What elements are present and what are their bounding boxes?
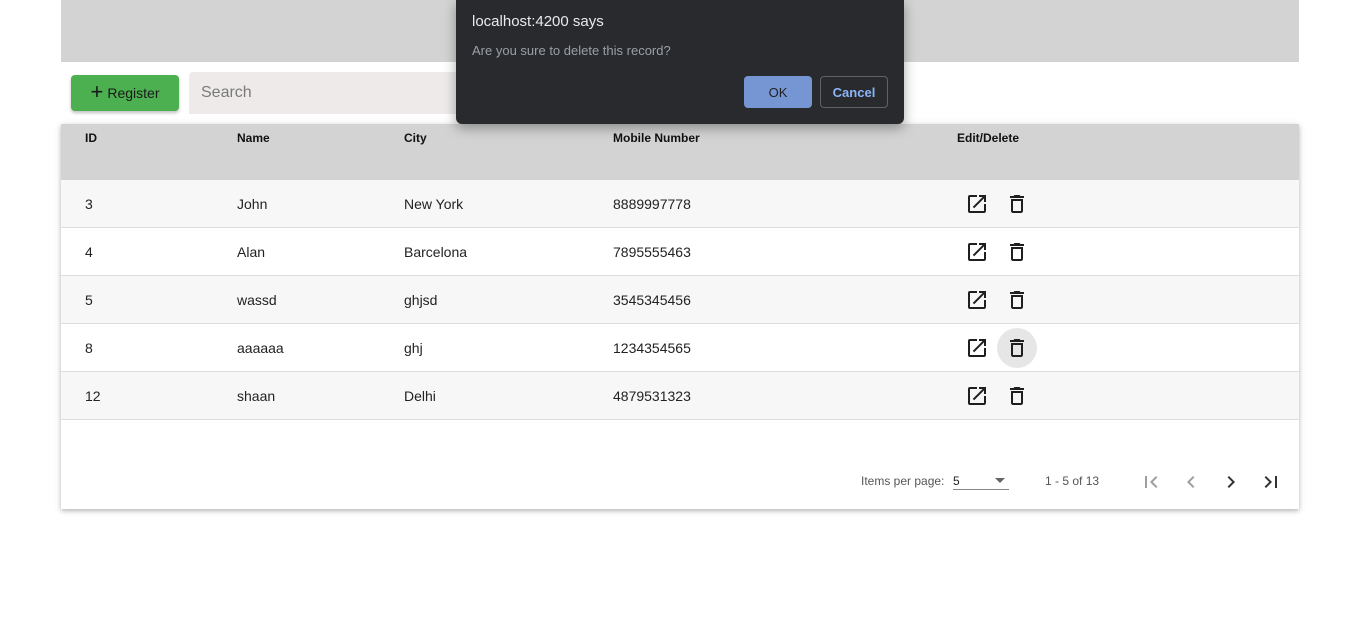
plus-icon: + <box>90 79 104 104</box>
last-page-icon <box>1264 476 1277 488</box>
delete-icon <box>1010 243 1024 261</box>
cell-id: 12 <box>85 388 101 404</box>
cell-mobile: 8889997778 <box>613 196 691 212</box>
edit-button[interactable] <box>957 328 997 368</box>
cell-name: shaan <box>237 388 276 404</box>
edit-button[interactable] <box>957 376 997 416</box>
cell-id: 5 <box>85 292 93 308</box>
delete-icon <box>1010 339 1024 357</box>
cell-city: Delhi <box>404 388 436 404</box>
records-table: ID Name City Mobile Number Edit/Delete 3… <box>61 124 1299 509</box>
last-page-button[interactable] <box>1255 466 1287 498</box>
delete-button[interactable] <box>997 328 1037 368</box>
register-button[interactable]: + Register <box>71 75 179 111</box>
cell-mobile: 4879531323 <box>613 388 691 404</box>
cell-id: 8 <box>85 340 93 356</box>
cell-mobile: 3545345456 <box>613 292 691 308</box>
table-row: 8 aaaaaa ghj 1234354565 <box>61 324 1299 372</box>
column-header-id[interactable]: ID <box>85 131 97 145</box>
table-header: ID Name City Mobile Number Edit/Delete <box>61 124 1299 180</box>
cell-mobile: 7895555463 <box>613 244 691 260</box>
cell-city: Barcelona <box>404 244 468 260</box>
next-page-button[interactable] <box>1215 466 1247 498</box>
delete-icon <box>1010 387 1024 405</box>
previous-page-button[interactable] <box>1175 466 1207 498</box>
delete-icon <box>1010 195 1024 213</box>
cancel-button[interactable]: Cancel <box>820 76 888 108</box>
table-row: 3 John New York 8889997778 <box>61 180 1299 228</box>
confirm-dialog: localhost:4200 says Are you sure to dele… <box>456 0 904 124</box>
first-page-icon <box>1145 476 1158 488</box>
search-field[interactable] <box>189 72 459 114</box>
table-row: 5 wassd ghjsd 3545345456 <box>61 276 1299 324</box>
delete-button[interactable] <box>997 376 1037 416</box>
column-header-name[interactable]: Name <box>237 131 270 145</box>
delete-button[interactable] <box>997 184 1037 224</box>
chevron-right-icon <box>1227 476 1235 488</box>
first-page-button[interactable] <box>1135 466 1167 498</box>
column-header-city[interactable]: City <box>404 131 427 145</box>
cell-id: 3 <box>85 196 93 212</box>
paginator: Items per page: 5 1 - 5 of 13 <box>61 454 1299 510</box>
register-label: Register <box>107 85 160 101</box>
open-in-new-icon <box>968 387 986 405</box>
open-in-new-icon <box>968 291 986 309</box>
table-row: 4 Alan Barcelona 7895555463 <box>61 228 1299 276</box>
page-size-select[interactable]: 5 <box>953 468 1009 490</box>
cell-city: ghj <box>404 340 423 356</box>
cell-name: Alan <box>237 244 266 260</box>
cell-city: ghjsd <box>404 292 438 308</box>
column-header-edit-delete: Edit/Delete <box>957 131 1020 145</box>
items-per-page-label: Items per page: <box>861 474 945 488</box>
chevron-left-icon <box>1187 476 1195 488</box>
cell-name: wassd <box>237 292 277 308</box>
dropdown-arrow-icon <box>995 478 1005 483</box>
search-input[interactable] <box>199 83 449 103</box>
column-header-mobile[interactable]: Mobile Number <box>613 131 700 145</box>
table-row: 12 shaan Delhi 4879531323 <box>61 372 1299 420</box>
page-size-value: 5 <box>953 474 960 488</box>
page-range-label: 1 - 5 of 13 <box>1045 474 1100 488</box>
open-in-new-icon <box>968 243 986 261</box>
dialog-message: Are you sure to delete this record? <box>472 43 671 58</box>
delete-button[interactable] <box>997 280 1037 320</box>
edit-button[interactable] <box>957 280 997 320</box>
edit-button[interactable] <box>957 184 997 224</box>
open-in-new-icon <box>968 339 986 357</box>
cell-name: aaaaaa <box>237 340 284 356</box>
edit-button[interactable] <box>957 232 997 272</box>
cell-mobile: 1234354565 <box>613 340 691 356</box>
cell-id: 4 <box>85 244 93 260</box>
open-in-new-icon <box>968 195 986 213</box>
ok-button[interactable]: OK <box>744 76 812 108</box>
cell-name: John <box>237 196 268 212</box>
cell-city: New York <box>404 196 464 212</box>
dialog-title: localhost:4200 says <box>472 13 604 30</box>
delete-icon <box>1010 291 1024 309</box>
delete-button[interactable] <box>997 232 1037 272</box>
